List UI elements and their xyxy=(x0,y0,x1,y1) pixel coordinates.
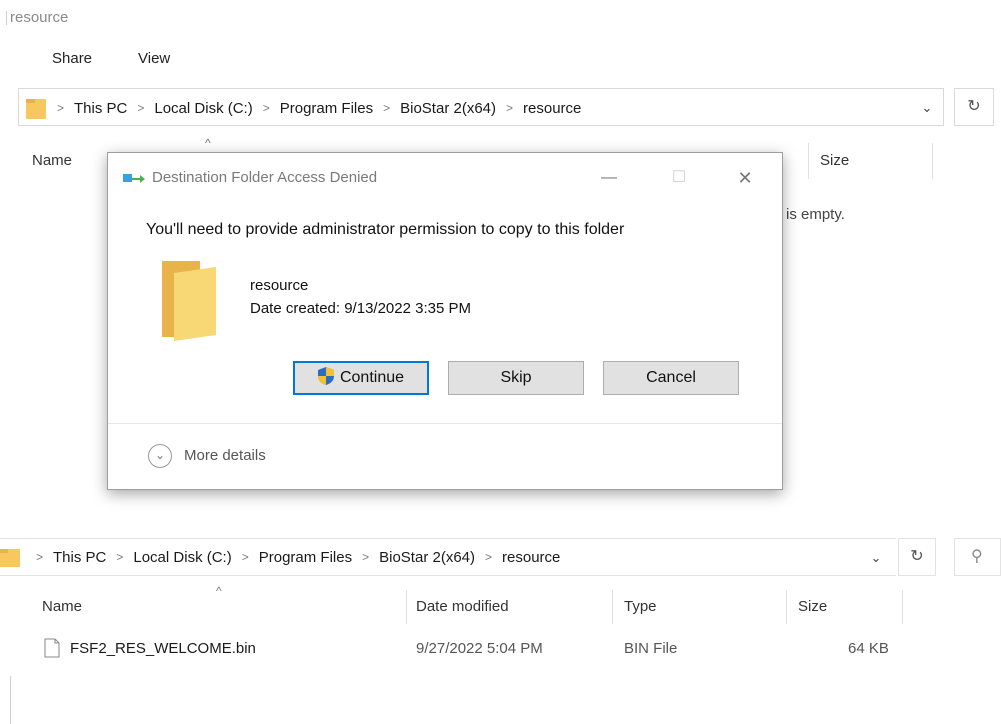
window-title: resource xyxy=(10,9,69,26)
title-separator xyxy=(6,11,7,25)
minimize-button[interactable]: — xyxy=(584,161,634,195)
breadcrumb: > This PC > Local Disk (C:) > Program Fi… xyxy=(57,89,581,127)
chevron-down-icon[interactable]: ⌄ xyxy=(866,548,886,568)
tab-share[interactable]: Share xyxy=(52,50,92,67)
item-date-created: Date created: 9/13/2022 3:35 PM xyxy=(250,300,471,317)
breadcrumb-program-files[interactable]: Program Files xyxy=(280,100,373,117)
column-header-name[interactable]: Name xyxy=(32,152,72,169)
item-name: resource xyxy=(250,277,309,294)
column-header-size[interactable]: Size xyxy=(820,152,849,169)
chevron-right-icon[interactable]: > xyxy=(362,550,369,564)
more-details-link[interactable]: More details xyxy=(184,447,266,464)
sort-up-icon: ^ xyxy=(205,136,211,150)
file-date-modified: 9/27/2022 5:04 PM xyxy=(416,640,543,657)
column-header-size[interactable]: Size xyxy=(798,598,827,615)
file-size: 64 KB xyxy=(848,640,889,657)
shield-icon xyxy=(317,367,334,385)
search-box[interactable]: ⚲ xyxy=(954,538,1001,576)
column-header-name[interactable]: Name xyxy=(42,598,82,615)
breadcrumb-program-files[interactable]: Program Files xyxy=(259,549,352,566)
breadcrumb-local-disk[interactable]: Local Disk (C:) xyxy=(154,100,252,117)
breadcrumb-resource[interactable]: resource xyxy=(502,549,560,566)
column-divider[interactable] xyxy=(786,590,787,624)
skip-button[interactable]: Skip xyxy=(448,361,584,395)
search-icon: ⚲ xyxy=(971,548,983,565)
chevron-right-icon: > xyxy=(57,101,65,115)
address-bar[interactable]: > This PC > Local Disk (C:) > Program Fi… xyxy=(18,88,944,126)
breadcrumb-biostar[interactable]: BioStar 2(x64) xyxy=(400,100,496,117)
breadcrumb-this-pc[interactable]: This PC xyxy=(74,100,127,117)
chevron-right-icon: > xyxy=(36,550,44,564)
folder-icon xyxy=(162,261,216,341)
file-transfer-icon xyxy=(123,174,145,183)
breadcrumb-biostar[interactable]: BioStar 2(x64) xyxy=(379,549,475,566)
breadcrumb-resource[interactable]: resource xyxy=(523,100,581,117)
file-type: BIN File xyxy=(624,640,678,657)
refresh-icon: ↻ xyxy=(910,548,924,565)
column-divider[interactable] xyxy=(612,590,613,624)
dialog-divider xyxy=(108,423,782,424)
chevron-right-icon[interactable]: > xyxy=(263,101,270,115)
empty-folder-message: is empty. xyxy=(786,206,845,223)
dialog-title: Destination Folder Access Denied xyxy=(152,169,378,186)
tab-view[interactable]: View xyxy=(138,50,170,67)
file-icon xyxy=(44,638,60,658)
maximize-button[interactable]: ☐ xyxy=(654,161,704,195)
column-divider[interactable] xyxy=(808,143,809,179)
breadcrumb: > This PC > Local Disk (C:) > Program Fi… xyxy=(36,538,560,576)
folder-icon xyxy=(0,549,20,567)
breadcrumb-local-disk[interactable]: Local Disk (C:) xyxy=(133,549,231,566)
pane-edge xyxy=(10,676,11,724)
refresh-icon: ↻ xyxy=(967,98,981,115)
chevron-right-icon[interactable]: > xyxy=(506,101,513,115)
refresh-button[interactable]: ↻ xyxy=(954,88,994,126)
chevron-down-icon[interactable]: ⌄ xyxy=(917,98,937,118)
column-header-type[interactable]: Type xyxy=(624,598,657,615)
sort-up-icon: ^ xyxy=(216,584,222,598)
file-name[interactable]: FSF2_RES_WELCOME.bin xyxy=(70,640,256,657)
breadcrumb-this-pc[interactable]: This PC xyxy=(53,549,106,566)
column-divider[interactable] xyxy=(406,590,407,624)
cancel-button[interactable]: Cancel xyxy=(603,361,739,395)
chevron-right-icon[interactable]: > xyxy=(383,101,390,115)
folder-icon xyxy=(26,99,46,119)
access-denied-dialog: Destination Folder Access Denied — ☐ ✕ Y… xyxy=(107,152,783,490)
refresh-button[interactable]: ↻ xyxy=(898,538,936,576)
column-header-date[interactable]: Date modified xyxy=(416,598,509,615)
chevron-right-icon[interactable]: > xyxy=(116,550,123,564)
chevron-right-icon[interactable]: > xyxy=(137,101,144,115)
continue-label: Continue xyxy=(339,369,405,386)
chevron-down-icon[interactable]: ⌄ xyxy=(148,444,172,468)
dialog-message: You'll need to provide administrator per… xyxy=(146,221,625,238)
close-button[interactable]: ✕ xyxy=(720,161,770,195)
column-divider[interactable] xyxy=(932,143,933,179)
continue-button[interactable]: Continue xyxy=(293,361,429,395)
chevron-right-icon[interactable]: > xyxy=(485,550,492,564)
column-divider[interactable] xyxy=(902,590,903,624)
chevron-right-icon[interactable]: > xyxy=(242,550,249,564)
